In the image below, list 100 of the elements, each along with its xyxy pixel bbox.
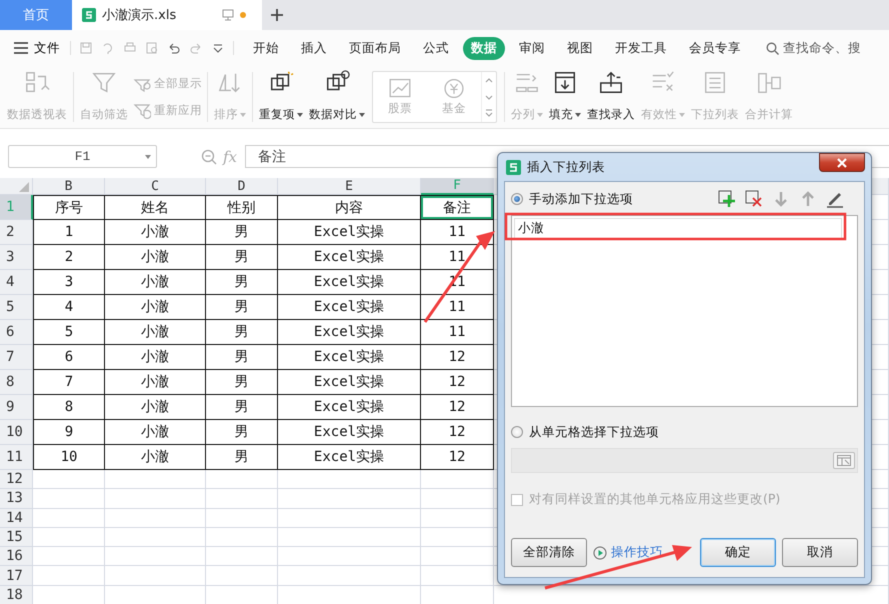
column-header[interactable]: C: [105, 178, 206, 195]
ribbon-tab[interactable]: 开发工具: [607, 36, 675, 60]
table-cell: Excel实操: [278, 420, 421, 445]
table-cell: 11: [421, 320, 494, 345]
redo-icon[interactable]: [189, 41, 203, 55]
table-cell: 9: [33, 420, 105, 445]
row-header[interactable]: 15: [0, 528, 33, 548]
merge-icon: [756, 70, 782, 96]
cell-picker-icon: [837, 455, 851, 466]
close-button[interactable]: [819, 153, 865, 172]
table-cell: 男: [206, 220, 278, 245]
table-cell: 备注: [421, 195, 494, 220]
table-cell: 男: [206, 270, 278, 295]
table-cell: 1: [33, 220, 105, 245]
file-menu[interactable]: 文件: [14, 40, 60, 56]
close-icon: [836, 158, 848, 168]
table-cell: 小澈: [105, 245, 206, 270]
ribbon-button[interactable]: 填充: [547, 66, 583, 128]
row-header[interactable]: 4: [0, 270, 33, 295]
row-header[interactable]: 10: [0, 420, 33, 445]
ribbon-button[interactable]: 重复项: [257, 66, 305, 128]
ribbon-tab[interactable]: 插入: [293, 36, 335, 60]
row-header[interactable]: 3: [0, 245, 33, 270]
table-cell: 男: [206, 445, 278, 470]
new-tab-icon[interactable]: [270, 8, 284, 22]
table-cell: 6: [33, 345, 105, 370]
table-cell: Excel实操: [278, 445, 421, 470]
undo-icon[interactable]: [167, 41, 181, 55]
table-cell: 性别: [206, 195, 278, 220]
add-item-icon[interactable]: [718, 190, 736, 208]
select-all-icon[interactable]: [19, 182, 29, 192]
ribbon-tab[interactable]: 审阅: [511, 36, 553, 60]
row-header[interactable]: 18: [0, 586, 33, 604]
table-cell: 男: [206, 420, 278, 445]
ribbon-tab[interactable]: 开始: [245, 36, 287, 60]
row-header[interactable]: 5: [0, 295, 33, 320]
table-cell: 3: [33, 270, 105, 295]
row-header[interactable]: 8: [0, 370, 33, 395]
table-cell: 12: [421, 370, 494, 395]
ribbon-tab[interactable]: 公式: [415, 36, 457, 60]
table-cell: Excel实操: [278, 345, 421, 370]
preview-icon[interactable]: [145, 41, 159, 55]
clear-all-button[interactable]: 全部清除: [511, 538, 587, 567]
table-cell: Excel实操: [278, 370, 421, 395]
radio-button[interactable]: [511, 426, 523, 438]
table-cell: 4: [33, 295, 105, 320]
ribbon-tab[interactable]: 页面布局: [341, 36, 409, 60]
table-cell: 10: [33, 445, 105, 470]
dialog-button[interactable]: 确定: [700, 538, 776, 567]
delete-item-icon[interactable]: [745, 190, 763, 208]
edit-icon[interactable]: [826, 190, 844, 208]
row-header[interactable]: 12: [0, 470, 33, 490]
list-item[interactable]: 小澈: [514, 218, 842, 239]
table-cell: 姓名: [105, 195, 206, 220]
radio-button[interactable]: [511, 193, 523, 205]
dialog-button[interactable]: 取消: [782, 538, 858, 567]
download-icon: [552, 70, 578, 96]
row-header[interactable]: 11: [0, 445, 33, 470]
list-icon: [702, 70, 728, 96]
file-name: 小澈演示.xls: [102, 7, 176, 24]
save-icon[interactable]: [79, 41, 93, 55]
table-cell: 2: [33, 245, 105, 270]
caret-icon: [145, 155, 151, 159]
spreadsheet-logo-icon: [506, 160, 521, 174]
table-cell: 男: [206, 370, 278, 395]
table-cell: 内容: [278, 195, 421, 220]
file-tab[interactable]: 小澈演示.xls: [72, 0, 262, 30]
table-cell: Excel实操: [278, 245, 421, 270]
ribbon-tab[interactable]: 会员专享: [681, 36, 749, 60]
row-header[interactable]: 17: [0, 566, 33, 586]
table-cell: 小澈: [105, 270, 206, 295]
row-header[interactable]: 9: [0, 395, 33, 420]
spreadsheet-logo-icon: [82, 8, 96, 22]
column-header[interactable]: B: [33, 178, 105, 195]
table-cell: 男: [206, 395, 278, 420]
row-header[interactable]: 7: [0, 345, 33, 370]
column-header[interactable]: D: [206, 178, 278, 195]
table-cell: 小澈: [105, 395, 206, 420]
ribbon-button[interactable]: 查找录入: [585, 66, 637, 128]
ribbon-tab[interactable]: 视图: [559, 36, 601, 60]
zoom-out-icon[interactable]: [201, 148, 217, 164]
table-cell: 7: [33, 370, 105, 395]
upload-icon: [598, 70, 624, 96]
table-cell: Excel实操: [278, 270, 421, 295]
menu-icon: [14, 42, 28, 54]
search-field[interactable]: 查找命令、搜: [766, 40, 861, 56]
table-cell: 小澈: [105, 220, 206, 245]
column-header[interactable]: E: [278, 178, 421, 195]
row-header[interactable]: 13: [0, 489, 33, 509]
table-cell: 8: [33, 395, 105, 420]
row-header[interactable]: 6: [0, 320, 33, 345]
monitor-icon: [222, 9, 234, 21]
row-header[interactable]: 16: [0, 547, 33, 566]
table-cell: 5: [33, 320, 105, 345]
row-header[interactable]: 14: [0, 508, 33, 528]
ribbon-button[interactable]: 数据对比: [307, 66, 367, 128]
table-cell: 小澈: [105, 295, 206, 320]
name-box[interactable]: F1: [8, 145, 157, 168]
table-cell: 12: [421, 345, 494, 370]
row-header[interactable]: 2: [0, 220, 33, 245]
